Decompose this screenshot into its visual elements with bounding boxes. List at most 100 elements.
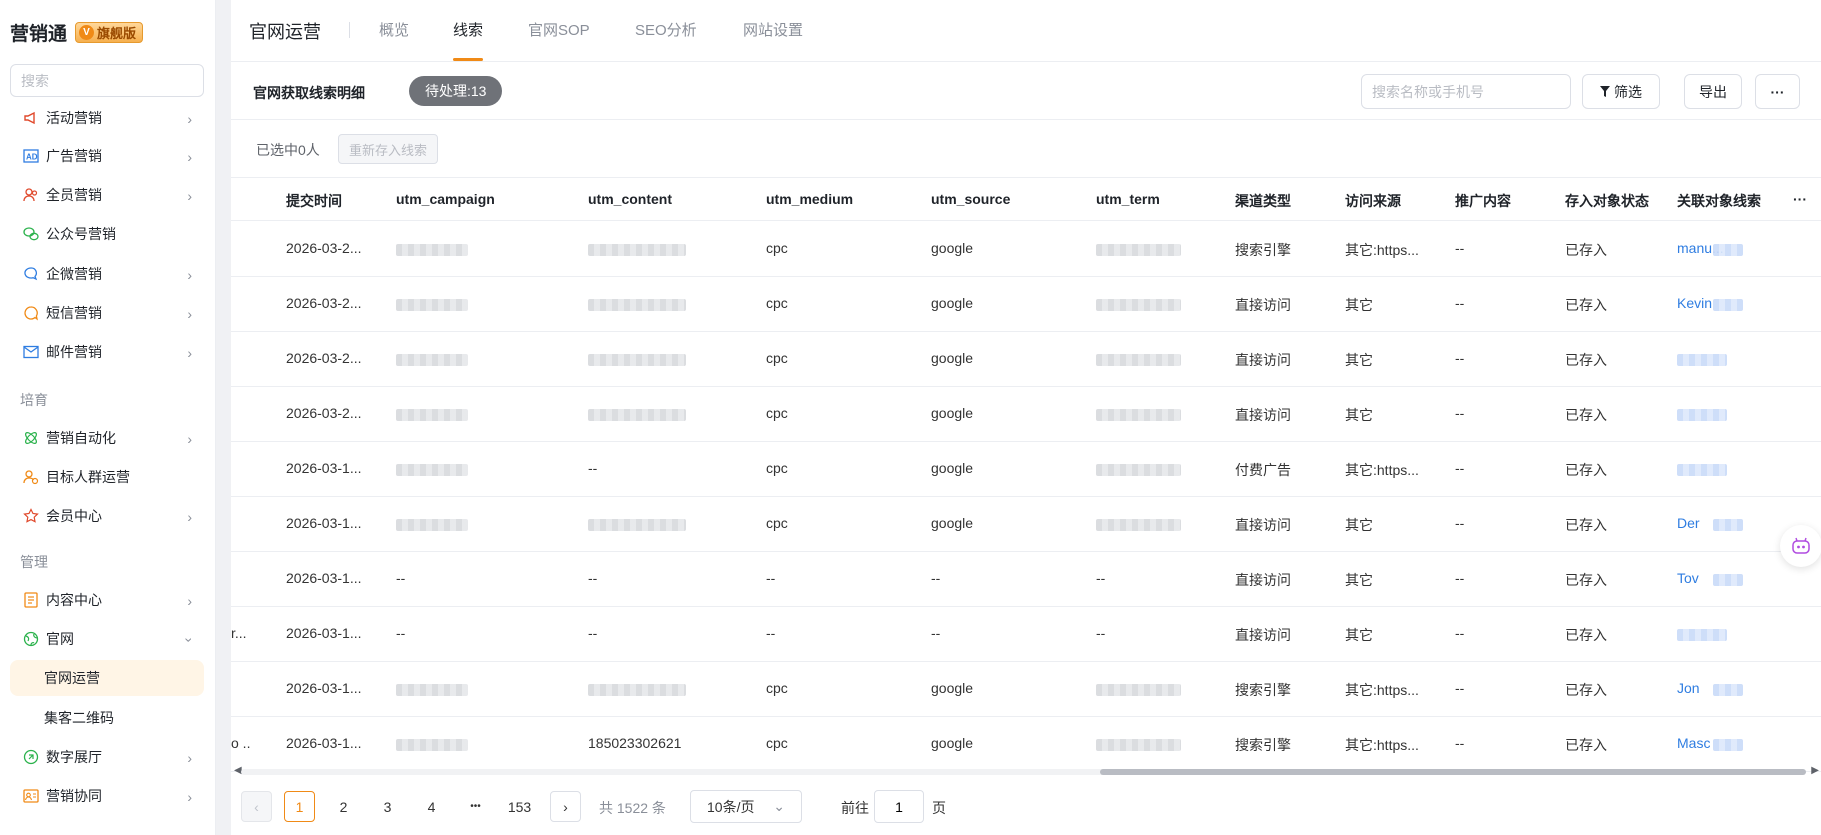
col-promo-content[interactable]: 推广内容 (1455, 191, 1511, 211)
sidebar-item-activity[interactable]: 活动营销 › (10, 100, 204, 136)
redacted-value (396, 464, 468, 476)
sidebar-item-website[interactable]: 官网 › (10, 621, 204, 657)
redacted-value (588, 354, 686, 366)
lead-search[interactable] (1361, 74, 1571, 109)
table-row[interactable]: 2026-03-1... cpc google 直接访问 其它 -- 已存入 Der (231, 497, 1821, 552)
cell-promo: -- (1455, 735, 1465, 751)
cell-source: google (931, 515, 974, 531)
chevron-right-icon: › (187, 188, 192, 204)
sidebar-search[interactable] (10, 64, 204, 97)
sidebar-item-label: 企微营销 (46, 266, 102, 282)
sidebar-item-allstaff[interactable]: 全员营销 › (10, 177, 204, 213)
col-store-status[interactable]: 存入对象状态 (1565, 191, 1649, 211)
col-utm-campaign[interactable]: utm_campaign (396, 191, 495, 207)
horizontal-scrollbar[interactable]: ◀ ▶ (231, 764, 1821, 778)
next-page-button[interactable]: › (550, 791, 581, 822)
cell-source: -- (931, 625, 941, 641)
redacted-value[interactable] (1677, 354, 1727, 366)
sidebar-item-mail[interactable]: 邮件营销 › (10, 334, 204, 370)
scroll-thumb[interactable] (1100, 769, 1806, 775)
cell-linked[interactable]: Der (1677, 515, 1700, 531)
sidebar-item-target[interactable]: 目标人群运营 (10, 459, 204, 495)
restore-leads-button[interactable]: 重新存入线索 (338, 134, 439, 164)
table-row[interactable]: 2026-03-2... cpc google 搜索引擎 其它:https... -- 已存… (231, 222, 1821, 277)
sidebar-search-input[interactable] (21, 72, 202, 89)
table-row[interactable]: 2026-03-2... cpc google 直接访问 其它 -- 已存入 (231, 387, 1821, 442)
sidebar-item-content[interactable]: 内容中心 › (10, 582, 204, 618)
page-button[interactable]: 3 (372, 791, 403, 822)
page-button[interactable]: 2 (328, 791, 359, 822)
cell-linked[interactable]: Jon (1677, 680, 1700, 696)
cell-channel: 搜索引擎 (1235, 242, 1291, 258)
cell-linked[interactable]: Tov (1677, 570, 1699, 586)
sidebar-item-label: 数字展厅 (46, 749, 102, 765)
table-row[interactable]: r... 2026-03-1... -- -- -- -- -- 直接访问 其它 -- 已存入 (231, 607, 1821, 662)
sidebar-item-label: 全员营销 (46, 187, 102, 203)
tab-overview[interactable]: 概览 (379, 19, 409, 40)
col-utm-content[interactable]: utm_content (588, 191, 672, 207)
redacted-value[interactable] (1677, 409, 1727, 421)
pending-badge[interactable]: 待处理:13 (409, 76, 503, 106)
sidebar-item-member[interactable]: 会员中心 › (10, 498, 204, 534)
col-utm-term[interactable]: utm_term (1096, 191, 1160, 207)
cell-linked[interactable]: Kevin (1677, 295, 1712, 311)
sidebar-item-digital-hall[interactable]: 数字展厅 › (10, 739, 204, 775)
table-header: 提交时间 utm_campaign utm_content utm_medium… (231, 178, 1821, 221)
lead-search-input[interactable] (1372, 83, 1560, 100)
cell-source: google (931, 350, 974, 366)
table-row[interactable]: 2026-03-1... -- -- -- -- -- 直接访问 其它 -- 已存入 Tov (231, 552, 1821, 607)
cell-status: 已存入 (1565, 407, 1607, 423)
cell-promo: -- (1455, 350, 1465, 366)
table-row[interactable]: 2026-03-2... cpc google 直接访问 其它 -- 已存入 (231, 332, 1821, 387)
cell-origin: 其它:https... (1345, 737, 1419, 753)
redacted-value (396, 684, 468, 696)
top-nav: 官网运营 概览 线索 官网SOP SEO分析 网站设置 (231, 0, 1821, 62)
sidebar-item-wecom[interactable]: 企微营销 › (10, 256, 204, 292)
sidebar-item-label: 内容中心 (46, 592, 102, 608)
redacted-value[interactable] (1677, 629, 1727, 641)
page-button[interactable]: 4 (416, 791, 447, 822)
prev-page-button[interactable]: ‹ (241, 791, 272, 822)
sidebar-item-label: 邮件营销 (46, 344, 102, 360)
cell-channel: 直接访问 (1235, 517, 1291, 533)
goto-page-input[interactable] (874, 790, 924, 823)
col-channel-type[interactable]: 渠道类型 (1235, 191, 1291, 211)
more-pages-button[interactable]: ••• (460, 791, 491, 822)
sidebar-item-ads[interactable]: AD 广告营销 › (10, 138, 204, 174)
table-row[interactable]: 2026-03-2... cpc google 直接访问 其它 -- 已存入 Kevin (231, 277, 1821, 332)
export-button[interactable]: 导出 (1684, 74, 1742, 109)
assistant-bot-button[interactable] (1780, 525, 1821, 567)
tab-site-settings[interactable]: 网站设置 (743, 19, 803, 40)
cell-campaign: -- (396, 570, 406, 586)
chevron-right-icon: › (187, 111, 192, 127)
table-row[interactable]: 2026-03-1... -- cpc google 付费广告 其它:https... --… (231, 442, 1821, 497)
sidebar-item-sms[interactable]: 短信营销 › (10, 295, 204, 331)
sidebar-item-website-ops[interactable]: 官网运营 (10, 660, 204, 696)
sidebar-item-qrcode[interactable]: 集客二维码 (10, 700, 204, 736)
table-row[interactable]: 2026-03-1... cpc google 搜索引擎 其它:https... -- 已存… (231, 662, 1821, 717)
sidebar-item-wechat[interactable]: 公众号营销 (10, 216, 204, 252)
page-size-select[interactable]: 10条/页 ⌄ (690, 790, 802, 823)
sidebar-item-automation[interactable]: 营销自动化 › (10, 420, 204, 456)
scroll-right-icon[interactable]: ▶ (1811, 765, 1819, 776)
column-settings-icon[interactable]: ··· (1793, 191, 1807, 207)
sidebar-item-collab[interactable]: 营销协同 › (10, 778, 204, 814)
cell-linked[interactable]: Masc (1677, 735, 1710, 751)
more-button[interactable]: ··· (1755, 74, 1800, 109)
page-button[interactable]: 1 (284, 791, 315, 822)
cell-source: google (931, 680, 974, 696)
col-utm-medium[interactable]: utm_medium (766, 191, 853, 207)
redacted-value (1713, 519, 1743, 531)
col-visit-source[interactable]: 访问来源 (1345, 191, 1401, 211)
tab-seo[interactable]: SEO分析 (635, 19, 697, 40)
tab-leads[interactable]: 线索 (453, 19, 483, 40)
redacted-value (588, 299, 686, 311)
redacted-value[interactable] (1677, 464, 1727, 476)
col-linked-lead[interactable]: 关联对象线索 (1677, 191, 1761, 211)
filter-button[interactable]: 筛选 (1582, 74, 1660, 109)
cell-time: 2026-03-2... (286, 240, 362, 256)
col-submit-time[interactable]: 提交时间 (286, 191, 342, 211)
tab-sop[interactable]: 官网SOP (528, 19, 590, 40)
page-button[interactable]: 153 (504, 791, 535, 822)
col-utm-source[interactable]: utm_source (931, 191, 1010, 207)
